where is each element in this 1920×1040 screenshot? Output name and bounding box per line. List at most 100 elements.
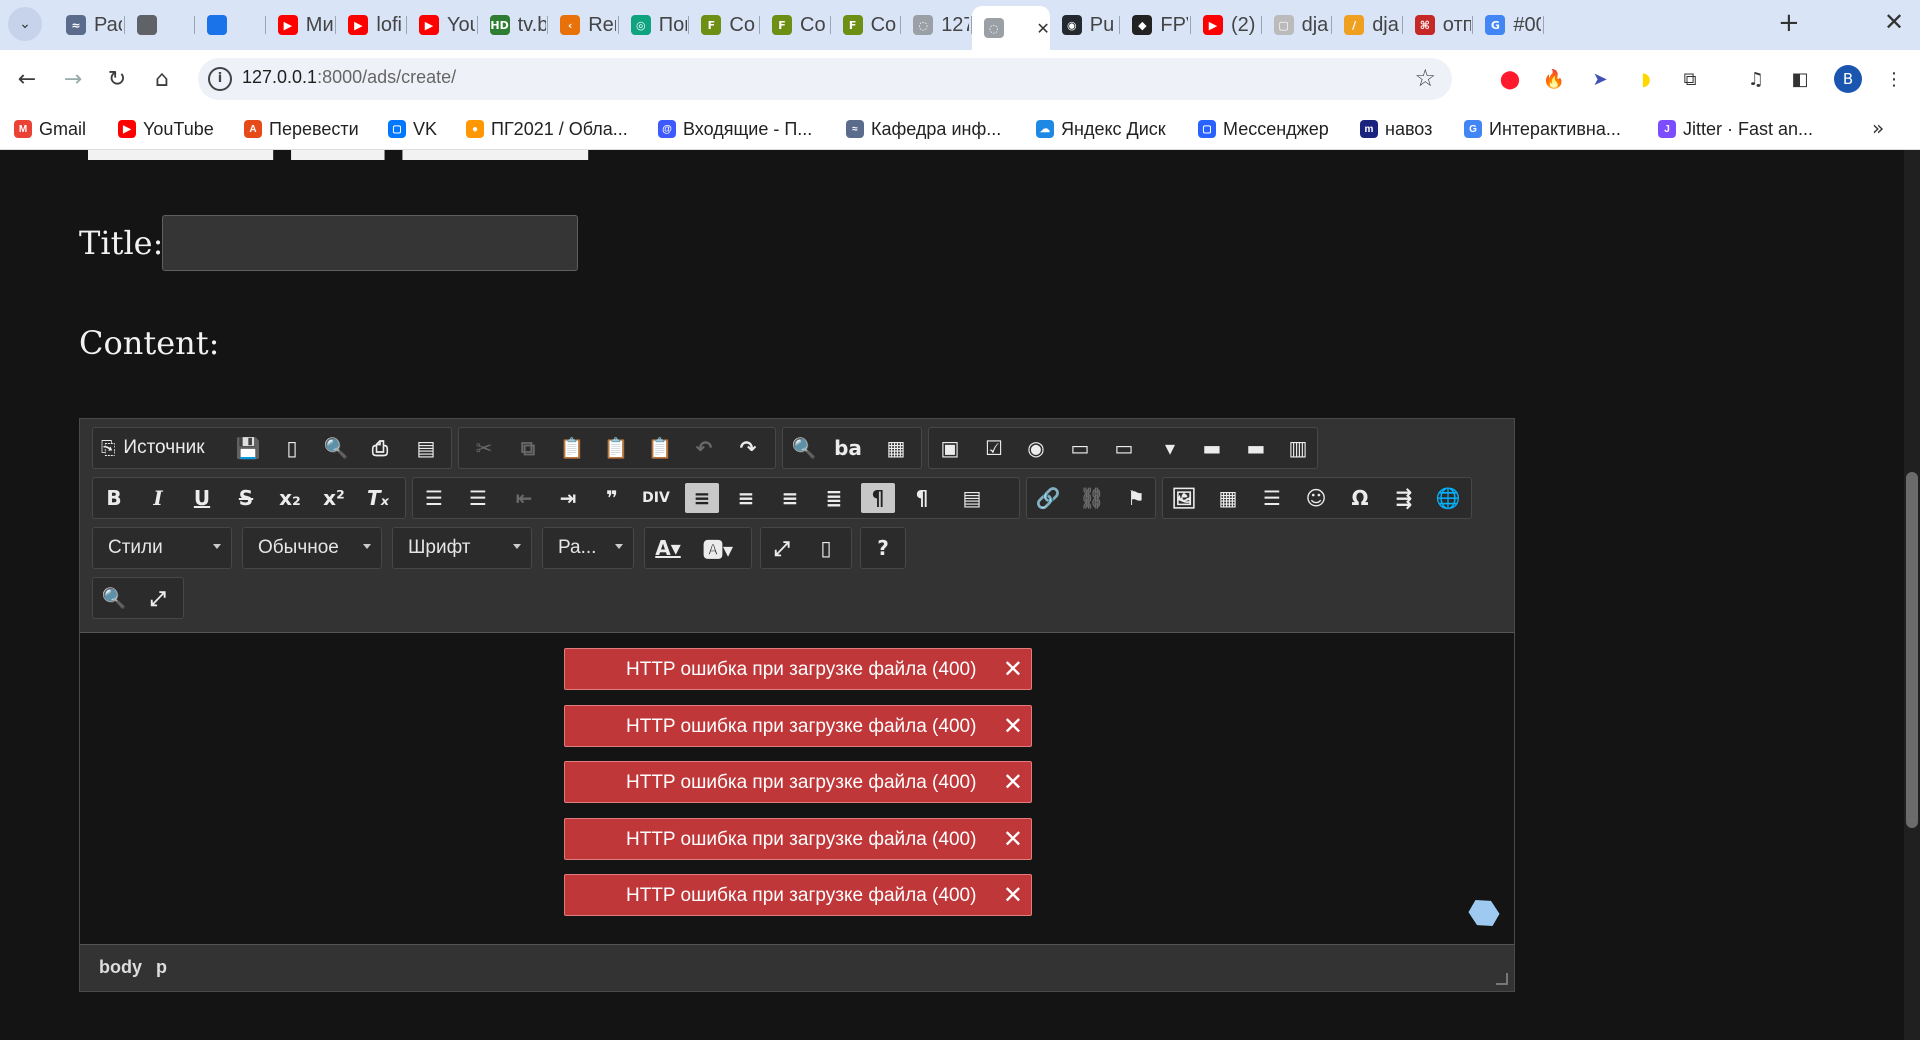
bookmark-item[interactable]: ▢ Мессенджер xyxy=(1198,116,1329,142)
iframe-globe-icon[interactable]: 🌐 xyxy=(1431,483,1465,513)
align-center-icon[interactable]: ≡ xyxy=(729,483,763,513)
image-icon[interactable]: 🖼 xyxy=(1167,483,1201,513)
strike-icon[interactable]: S xyxy=(229,483,263,513)
paste-word-icon[interactable]: 📋 xyxy=(643,433,677,463)
browser-menu-icon[interactable]: ⋮ xyxy=(1880,65,1908,93)
browser-tab[interactable]: HD tv.b xyxy=(478,7,549,43)
bookmark-item[interactable]: G Интерактивна... xyxy=(1464,116,1621,142)
templates-icon[interactable]: ▤ xyxy=(409,433,443,463)
bookmark-item[interactable]: A Перевести xyxy=(244,116,359,142)
bookmark-star-icon[interactable]: ☆ xyxy=(1414,64,1436,92)
preview-icon[interactable]: 🔍 xyxy=(319,433,353,463)
ext-fire-icon[interactable]: 🔥 xyxy=(1540,65,1568,93)
bookmark-item[interactable]: ▢ VK xyxy=(388,116,437,142)
grammar-helper-icon[interactable] xyxy=(1465,894,1503,932)
browser-tab[interactable]: G #00 xyxy=(1473,7,1544,43)
language-icon[interactable]: ▤ xyxy=(955,483,989,513)
path-p[interactable]: p xyxy=(156,957,167,978)
extensions-puzzle-icon[interactable]: ⧉ xyxy=(1676,65,1704,93)
button-field-icon[interactable]: ▬ xyxy=(1195,433,1229,463)
subscript-icon[interactable]: x₂ xyxy=(273,483,307,513)
rtl-icon[interactable]: ¶ xyxy=(905,483,939,513)
table-icon[interactable]: ▦ xyxy=(1211,483,1245,513)
browser-tab[interactable] xyxy=(195,7,266,43)
close-notification-icon[interactable]: ✕ xyxy=(1003,881,1023,909)
browser-tab[interactable]: F Со xyxy=(689,7,760,43)
help-icon[interactable]: ? xyxy=(866,533,900,563)
resize-grip-icon[interactable] xyxy=(1496,973,1508,985)
browser-tab[interactable]: F Со xyxy=(831,7,902,43)
horizontal-rule-icon[interactable]: ☰ xyxy=(1255,483,1289,513)
browser-tab[interactable]: ▶ lofi xyxy=(336,7,407,43)
browser-tab[interactable]: ◌ 127 xyxy=(901,7,972,43)
underline-icon[interactable]: U xyxy=(185,483,219,513)
preview-extra-icon[interactable]: 🔍 xyxy=(97,583,131,613)
browser-tab[interactable]: ◌ ✕ xyxy=(971,6,1050,50)
text-color-icon[interactable]: A▾ xyxy=(651,533,685,563)
path-body[interactable]: body xyxy=(99,957,142,978)
maximize-icon[interactable]: ⤢ xyxy=(765,533,799,563)
remove-format-icon[interactable]: Tₓ xyxy=(361,483,395,513)
tab-search-button[interactable]: ⌄ xyxy=(8,7,42,41)
back-button[interactable]: ← xyxy=(10,62,44,96)
redo-icon[interactable]: ↷ xyxy=(731,433,765,463)
bookmark-item[interactable]: M Gmail xyxy=(14,116,86,142)
anchor-flag-icon[interactable]: ⚑ xyxy=(1119,483,1153,513)
browser-tab[interactable]: ▶ You xyxy=(407,7,478,43)
bulleted-list-icon[interactable]: ☰ xyxy=(461,483,495,513)
close-notification-icon[interactable]: ✕ xyxy=(1003,825,1023,853)
bookmark-item[interactable]: ● ПГ2021 / Обла... xyxy=(466,116,628,142)
replace-icon[interactable]: ba xyxy=(831,433,865,463)
ext-cursor-icon[interactable]: ➤ xyxy=(1586,65,1614,93)
form-icon[interactable]: ▣ xyxy=(933,433,967,463)
window-close-icon[interactable]: ✕ xyxy=(1884,8,1904,36)
browser-tab[interactable] xyxy=(125,7,196,43)
browser-tab[interactable]: ⌘ отп xyxy=(1403,7,1474,43)
div-container-icon[interactable]: DIV xyxy=(639,483,673,513)
side-panel-icon[interactable]: ◧ xyxy=(1786,65,1814,93)
bookmarks-overflow-icon[interactable]: » xyxy=(1872,116,1884,140)
indent-icon[interactable]: ⇥ xyxy=(551,483,585,513)
browser-tab[interactable]: ▢ dja xyxy=(1262,7,1333,43)
bookmark-item[interactable]: ≈ Кафедра инф... xyxy=(846,116,1001,142)
hidden-field-icon[interactable]: ▥ xyxy=(1281,433,1315,463)
show-blocks-icon[interactable]: ▯ xyxy=(809,533,843,563)
cut-icon[interactable]: ✂ xyxy=(467,433,501,463)
bookmark-item[interactable]: J Jitter · Fast an... xyxy=(1658,116,1813,142)
font-size-combo[interactable]: Ра... xyxy=(542,527,634,569)
smiley-icon[interactable]: ☺ xyxy=(1299,483,1333,513)
editor-content-area[interactable]: HTTP ошибка при загрузке файла (400) ✕ HTT… xyxy=(80,634,1514,944)
browser-tab[interactable]: F Со xyxy=(760,7,831,43)
blockquote-icon[interactable]: ❞ xyxy=(595,483,629,513)
bookmark-item[interactable]: @ Входящие - П... xyxy=(658,116,812,142)
page-break-icon[interactable]: ⇶ xyxy=(1387,483,1421,513)
browser-tab[interactable]: ≈ Рас xyxy=(54,7,125,43)
maximize-extra-icon[interactable]: ⤢ xyxy=(141,583,175,613)
print-icon[interactable]: ⎙ xyxy=(363,433,397,463)
paste-icon[interactable]: 📋 xyxy=(555,433,589,463)
justify-icon[interactable]: ≣ xyxy=(817,483,851,513)
superscript-icon[interactable]: x² xyxy=(317,483,351,513)
ltr-icon[interactable]: ¶ xyxy=(861,483,895,513)
close-notification-icon[interactable]: ✕ xyxy=(1003,768,1023,796)
copy-icon[interactable]: ⧉ xyxy=(511,433,545,463)
media-control-icon[interactable]: ♫ xyxy=(1742,65,1770,93)
align-right-icon[interactable]: ≡ xyxy=(773,483,807,513)
save-icon[interactable]: 💾 xyxy=(231,433,265,463)
numbered-list-icon[interactable]: ☰ xyxy=(417,483,451,513)
browser-tab[interactable]: ▶ (2) xyxy=(1191,7,1262,43)
new-tab-button[interactable]: + xyxy=(1778,8,1800,38)
outdent-icon[interactable]: ⇤ xyxy=(507,483,541,513)
bookmark-item[interactable]: ☁ Яндекс Диск xyxy=(1036,116,1166,142)
close-notification-icon[interactable]: ✕ xyxy=(1003,712,1023,740)
home-button[interactable]: ⌂ xyxy=(145,62,179,96)
browser-tab[interactable]: ◉ Pu xyxy=(1050,7,1121,43)
radio-icon[interactable]: ◉ xyxy=(1019,433,1053,463)
site-info-icon[interactable]: i xyxy=(208,67,232,91)
profile-avatar[interactable]: B xyxy=(1834,65,1862,93)
font-combo[interactable]: Шрифт xyxy=(392,527,532,569)
browser-tab[interactable]: ◎ Пом xyxy=(619,7,690,43)
source-button[interactable]: ⎘ Источник xyxy=(101,433,205,463)
link-icon[interactable]: 🔗 xyxy=(1031,483,1065,513)
bg-color-icon[interactable]: 🅰▾ xyxy=(701,533,735,563)
